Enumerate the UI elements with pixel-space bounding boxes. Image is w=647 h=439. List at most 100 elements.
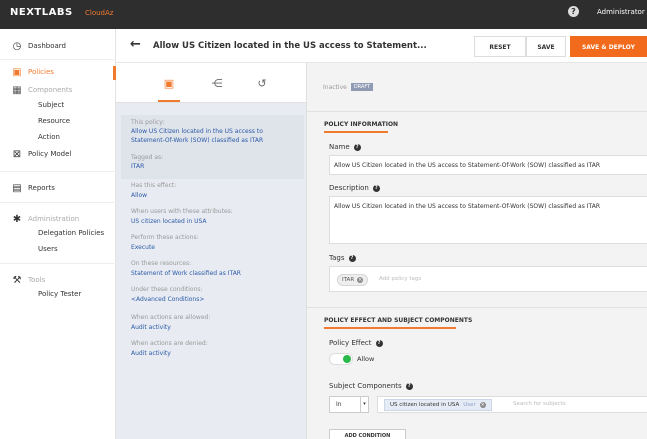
- this-policy-value: Allow US Citizen located in the US acces…: [131, 128, 264, 144]
- help-icon[interactable]: ?: [405, 382, 413, 390]
- page-title: Allow US Citizen located in the US acces…: [153, 41, 427, 51]
- chevron-down-icon: ▾: [360, 397, 368, 412]
- sidebar-section-administration: ✱ Administration: [12, 213, 80, 225]
- sidebar-item-policy-tester[interactable]: Policy Tester: [38, 290, 81, 298]
- component-chip-label: US citizen located in USA: [390, 402, 460, 408]
- tags-label-text: Tags: [329, 254, 345, 262]
- status-text: Inactive: [323, 83, 347, 91]
- nextlabs-logo: NEXTLABS: [10, 7, 73, 18]
- divider: [0, 202, 116, 203]
- sidebar-item-label: Tools: [28, 276, 46, 284]
- remove-tag-icon[interactable]: ×: [357, 277, 364, 283]
- save-deploy-button[interactable]: SAVE & DEPLOY: [570, 36, 647, 57]
- add-condition-button[interactable]: ADD CONDITION: [329, 429, 406, 439]
- sidebar: ◷ Dashboard ▣ Policies ▦ Components Subj…: [0, 29, 116, 439]
- sidebar-item-resource[interactable]: Resource: [38, 117, 70, 125]
- operator-value: In: [336, 401, 342, 408]
- policy-effect-label: Policy Effect ?: [329, 339, 383, 347]
- dashboard-icon: ◷: [12, 40, 22, 52]
- allowed-value: Audit activity: [131, 324, 171, 331]
- remove-component-icon[interactable]: ×: [479, 402, 486, 408]
- sidebar-section-tools: ⚒ Tools: [12, 274, 46, 286]
- users-label: When users with these attributes:: [131, 208, 233, 215]
- name-field[interactable]: Allow US Citizen located in the US acces…: [329, 155, 647, 175]
- tab-history-icon[interactable]: ↺: [255, 76, 269, 90]
- component-type: User: [463, 402, 476, 408]
- effect-value: Allow: [131, 192, 148, 199]
- resources-label: On these resources:: [131, 260, 192, 267]
- section-title-policy-info: POLICY INFORMATION: [324, 121, 399, 128]
- users-value: US citizen located in USA: [131, 218, 207, 225]
- sidebar-item-reports[interactable]: ▤ Reports: [12, 182, 55, 194]
- component-chip[interactable]: US citizen located in USA User ×: [384, 399, 492, 411]
- description-label: Description ?: [329, 184, 380, 192]
- sidebar-section-components: ▦ Components: [12, 84, 72, 96]
- sidebar-item-action[interactable]: Action: [38, 133, 60, 141]
- policy-effect-toggle[interactable]: [329, 353, 353, 365]
- toggle-knob: [343, 355, 351, 363]
- reports-icon: ▤: [12, 182, 22, 194]
- policy-effect-label-text: Policy Effect: [329, 339, 372, 347]
- description-field[interactable]: Allow US Citizen located in the US acces…: [329, 196, 647, 244]
- add-tags-input[interactable]: Add policy tags: [379, 276, 421, 282]
- user-menu[interactable]: Administrator: [597, 8, 645, 16]
- tab-underline: [158, 100, 180, 102]
- description-label-text: Description: [329, 184, 369, 192]
- conditions-value: <Advanced Conditions>: [131, 296, 205, 303]
- components-icon: ▦: [12, 84, 22, 96]
- top-bar: NEXTLABS CloudAz ? Administrator: [0, 0, 647, 29]
- subject-components-field[interactable]: US citizen located in USA User × Search …: [377, 396, 647, 413]
- reset-button[interactable]: RESET: [474, 36, 526, 57]
- sidebar-item-label: Dashboard: [28, 42, 66, 50]
- search-subjects-input[interactable]: Search for subjects: [513, 401, 566, 407]
- divider: [0, 59, 116, 60]
- divider: [0, 263, 116, 264]
- tab-hierarchy-icon[interactable]: ⋲: [210, 76, 224, 90]
- sidebar-item-subject[interactable]: Subject: [38, 101, 64, 109]
- panel-tabs: ▣ ⋲ ↺: [116, 63, 306, 103]
- gear-icon: ✱: [12, 213, 22, 225]
- section-title-effect: POLICY EFFECT AND SUBJECT COMPONENTS: [324, 317, 473, 324]
- policy-model-icon: ⊠: [12, 148, 22, 160]
- help-icon[interactable]: ?: [348, 254, 356, 262]
- help-icon[interactable]: ?: [353, 143, 361, 151]
- denied-value: Audit activity: [131, 350, 171, 357]
- subject-components-label: Subject Components ?: [329, 382, 413, 390]
- policy-summary-panel: ▣ ⋲ ↺ This policy: Allow US Citizen loca…: [116, 63, 306, 439]
- tab-summary-icon[interactable]: ▣: [162, 76, 176, 90]
- draft-badge: DRAFT: [350, 83, 374, 91]
- subject-components-label-text: Subject Components: [329, 382, 402, 390]
- sidebar-item-label: Administration: [28, 215, 80, 223]
- sidebar-item-dashboard[interactable]: ◷ Dashboard: [12, 40, 66, 52]
- tag-chip-label: ITAR: [342, 277, 355, 283]
- tools-icon: ⚒: [12, 274, 22, 286]
- help-icon[interactable]: ?: [568, 6, 579, 17]
- name-label: Name ?: [329, 143, 361, 151]
- effect-label: Has this effect:: [131, 182, 177, 189]
- page-header: ← Allow US Citizen located in the US acc…: [116, 29, 647, 63]
- actions-value: Execute: [131, 244, 155, 251]
- sidebar-item-label: Policies: [28, 68, 54, 76]
- sidebar-item-delegation-policies[interactable]: Delegation Policies: [38, 229, 104, 237]
- tag-chip[interactable]: ITAR ×: [337, 274, 369, 286]
- sidebar-item-label: Reports: [28, 184, 55, 192]
- status-row: Inactive DRAFT: [323, 83, 374, 91]
- save-button[interactable]: SAVE: [526, 36, 566, 57]
- operator-select[interactable]: In ▾: [329, 396, 369, 413]
- sidebar-item-policies[interactable]: ▣ Policies: [12, 67, 54, 78]
- help-icon[interactable]: ?: [375, 339, 383, 347]
- divider: [307, 307, 647, 308]
- back-arrow-icon[interactable]: ←: [130, 37, 141, 52]
- tags-label: Tags ?: [329, 254, 356, 262]
- divider: [0, 171, 116, 172]
- sidebar-item-policy-model[interactable]: ⊠ Policy Model: [12, 148, 72, 160]
- help-icon[interactable]: ?: [372, 184, 380, 192]
- section-underline: [324, 327, 456, 329]
- conditions-label: Under these conditions:: [131, 286, 203, 293]
- product-name: CloudAz: [85, 9, 114, 17]
- tags-field[interactable]: [329, 266, 647, 292]
- actions-label: Perform these actions:: [131, 234, 199, 241]
- tagged-value: ITAR: [131, 163, 145, 170]
- sidebar-item-users[interactable]: Users: [38, 245, 58, 253]
- allow-label: Allow: [357, 355, 375, 363]
